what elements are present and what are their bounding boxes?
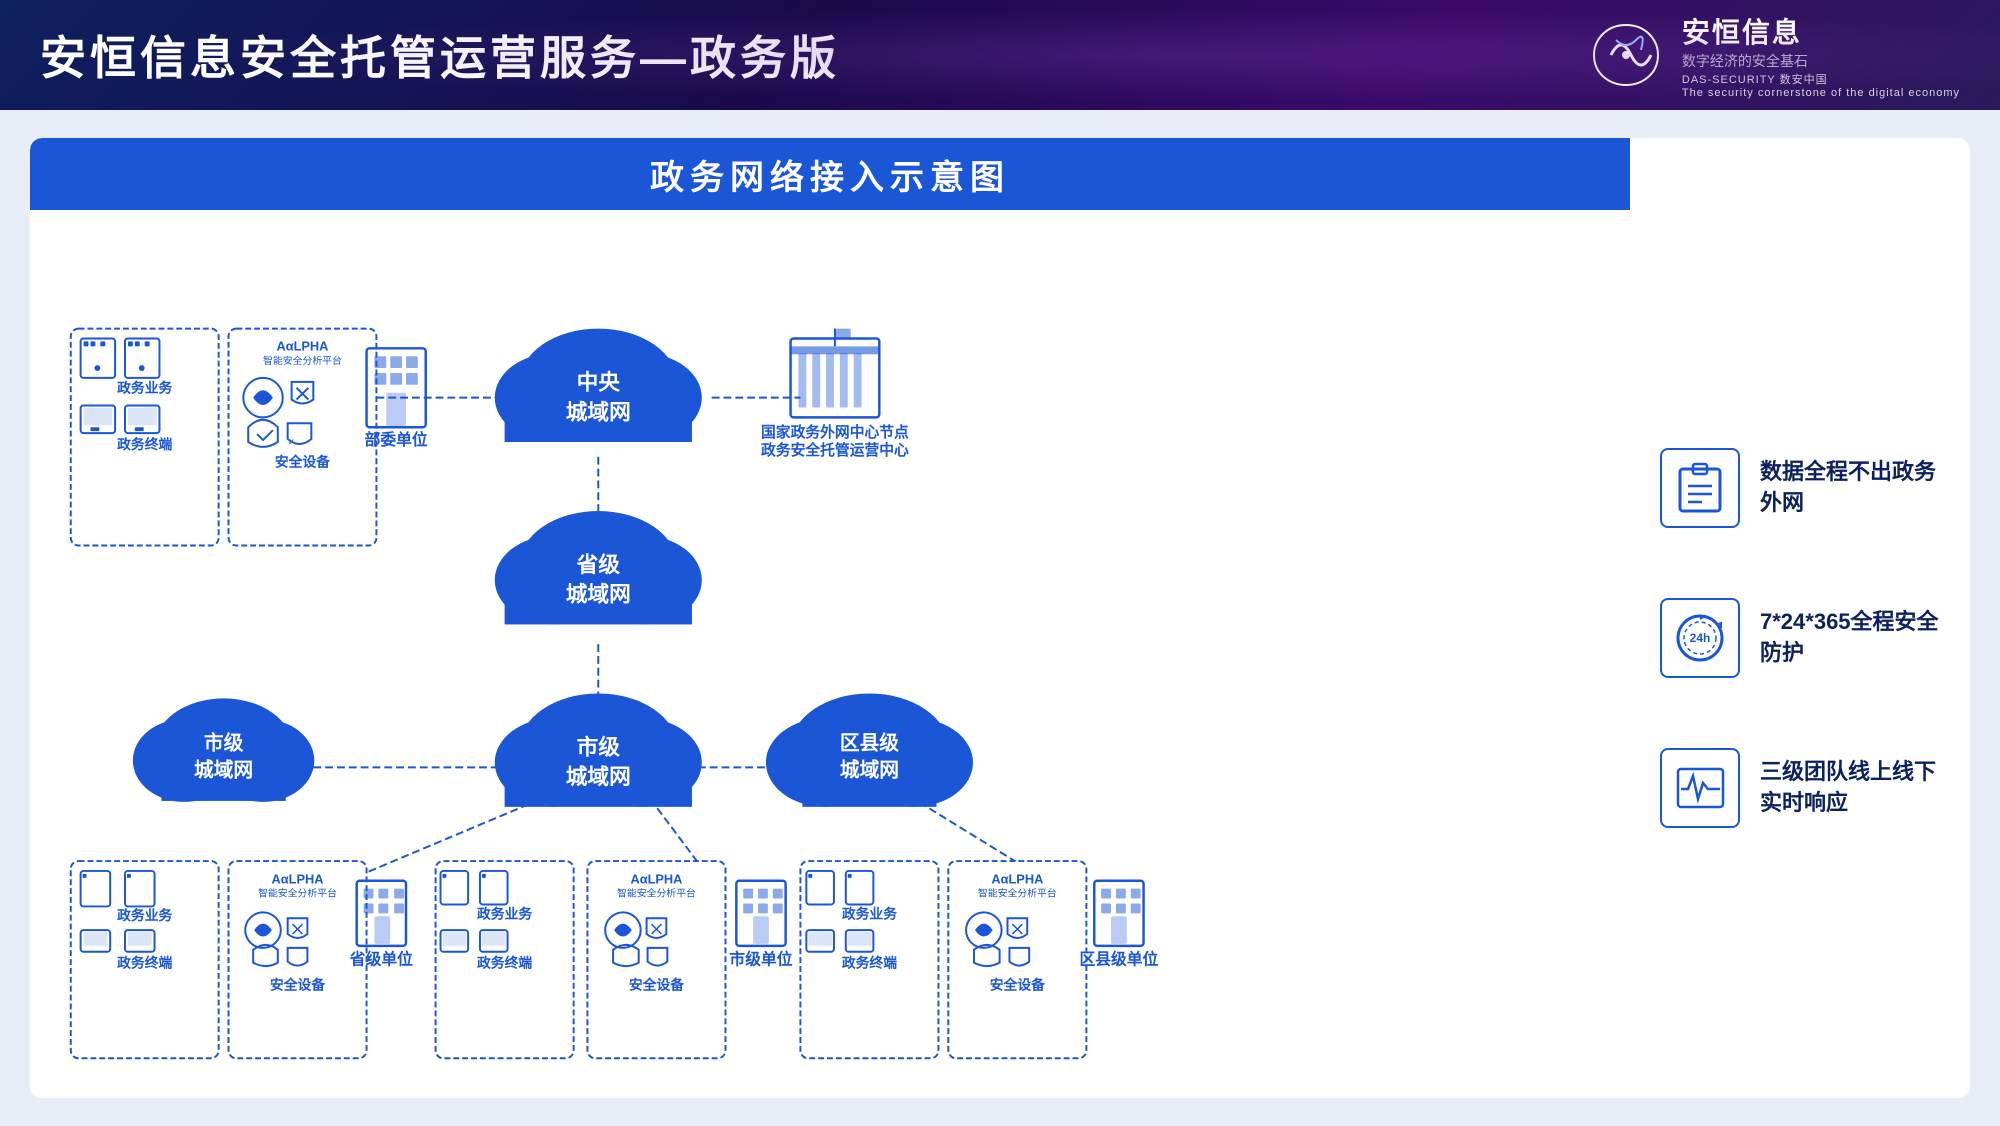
svg-text:政务终端: 政务终端: [842, 955, 897, 971]
qu-building: 区县级单位: [1079, 881, 1158, 969]
svg-text:智能安全分析平台: 智能安全分析平台: [978, 887, 1057, 900]
county-cloud: 区县级 城域网: [766, 693, 973, 806]
logo-icon: [1586, 20, 1666, 90]
svg-text:国家政务外网中心节点: 国家政务外网中心节点: [761, 423, 909, 441]
sidebar-text-data: 数据全程不出政务外网: [1760, 457, 1940, 519]
central-cloud: 中央 城域网: [495, 329, 702, 442]
svg-text:安全设备: 安全设备: [629, 976, 684, 992]
svg-text:智能安全分析平台: 智能安全分析平台: [617, 887, 696, 900]
svg-text:城域网: 城域网: [566, 764, 631, 789]
svg-text:安全设备: 安全设备: [270, 976, 325, 992]
svg-text:政务安全托管运营中心: 政务安全托管运营中心: [761, 441, 909, 459]
main-area: 政务网络接入示意图: [0, 110, 2000, 1126]
svg-text:城域网: 城域网: [840, 758, 899, 781]
sidebar-text-24h: 7*24*365全程安全防护: [1760, 607, 1940, 669]
svg-text:政务终端: 政务终端: [117, 436, 172, 452]
page-title: 安恒信息安全托管运营服务—政务版: [40, 22, 1586, 88]
city-left-cloud: 市级 城域网: [133, 698, 314, 802]
svg-text:部委单位: 部委单位: [365, 430, 428, 449]
svg-text:政务业务: 政务业务: [117, 380, 172, 396]
national-center-building: 国家政务外网中心节点 政务安全托管运营中心: [761, 329, 909, 459]
svg-text:AαLPHA: AαLPHA: [991, 872, 1043, 887]
svg-text:城域网: 城域网: [566, 582, 631, 607]
svg-text:省级: 省级: [576, 552, 621, 577]
sidebar-item-team: 三级团队线上线下实时响应: [1660, 748, 1940, 828]
svg-text:政务业务: 政务业务: [842, 905, 897, 921]
header: 安恒信息安全托管运营服务—政务版 安恒信息 数字经济的安全基石 DAS-SECU…: [0, 0, 2000, 110]
right-sidebar: 数据全程不出政务外网 24h 7*24*365全程安全防护: [1630, 138, 1970, 1098]
svg-text:✓: ✓: [288, 437, 295, 447]
pulse-icon-box: [1660, 748, 1740, 828]
svg-text:安全设备: 安全设备: [275, 454, 330, 470]
svg-text:区县级: 区县级: [840, 732, 899, 755]
svg-text:安全设备: 安全设备: [990, 976, 1045, 992]
diagram-area: 中央 城域网 省级 城域网 市级: [30, 210, 1630, 1098]
svg-text:市级: 市级: [577, 735, 621, 760]
province-cloud: 省级 城域网: [495, 511, 702, 624]
svg-text:区县级单位: 区县级单位: [1079, 950, 1158, 969]
svg-text:政务业务: 政务业务: [477, 905, 532, 921]
clipboard-icon-box: [1660, 448, 1740, 528]
svg-text:政务业务: 政务业务: [117, 907, 172, 923]
city-main-cloud: 市级 城域网: [495, 693, 702, 806]
network-diagram-svg: 中央 城域网 省级 城域网 市级: [50, 230, 1610, 1078]
logo-sub2: The security cornerstone of the digital …: [1682, 87, 1960, 99]
sidebar-item-24h: 24h 7*24*365全程安全防护: [1660, 598, 1940, 678]
svg-text:智能安全分析平台: 智能安全分析平台: [258, 887, 337, 900]
svg-text:政务终端: 政务终端: [117, 955, 172, 971]
svg-text:AαLPHA: AαLPHA: [272, 872, 324, 887]
svg-text:AαLPHA: AαLPHA: [276, 338, 328, 353]
diagram-container: 政务网络接入示意图: [30, 138, 1970, 1098]
svg-text:城域网: 城域网: [566, 399, 631, 424]
svg-text:省级单位: 省级单位: [349, 950, 413, 969]
svg-text:市级: 市级: [204, 732, 244, 755]
logo-sub1: DAS-SECURITY 数安中国: [1682, 71, 1960, 87]
diagram-title: 政务网络接入示意图: [650, 150, 1010, 199]
logo-area: 安恒信息 数字经济的安全基石 DAS-SECURITY 数安中国 The sec…: [1586, 11, 1960, 99]
svg-text:AαLPHA: AαLPHA: [630, 872, 682, 887]
clock-icon-box: 24h: [1660, 598, 1740, 678]
logo-text: 安恒信息 数字经济的安全基石 DAS-SECURITY 数安中国 The sec…: [1682, 11, 1960, 99]
svg-text:智能安全分析平台: 智能安全分析平台: [263, 354, 342, 367]
svg-text:市级单位: 市级单位: [729, 950, 792, 969]
svg-text:24h: 24h: [1689, 631, 1710, 645]
logo-tagline: 数字经济的安全基石: [1682, 51, 1960, 71]
sidebar-text-team: 三级团队线上线下实时响应: [1760, 757, 1940, 819]
shi-building: 市级单位: [729, 881, 792, 969]
sidebar-item-data-security: 数据全程不出政务外网: [1660, 448, 1940, 528]
svg-text:中央: 中央: [577, 370, 621, 395]
logo-name: 安恒信息: [1682, 11, 1960, 51]
svg-text:政务终端: 政务终端: [477, 955, 532, 971]
svg-text:城域网: 城域网: [194, 758, 253, 781]
